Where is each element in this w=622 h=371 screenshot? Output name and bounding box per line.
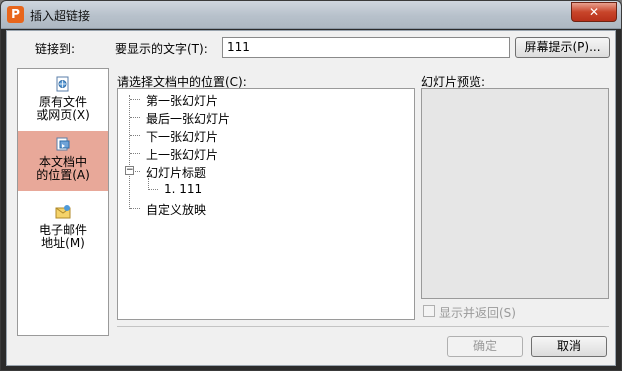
- sidebar-item-label: 地址(M): [41, 236, 85, 250]
- sidebar-item-label: 电子邮件: [38, 223, 87, 237]
- tree-connector: [130, 208, 140, 209]
- tree-item-previous-slide[interactable]: 上一张幻灯片: [146, 146, 218, 163]
- sidebar-item-label: 原有文件: [38, 95, 87, 109]
- insert-hyperlink-dialog: P 插入超链接 ✕ 链接到: 要显示的文字(T): 111 屏幕提示(P)...…: [0, 0, 622, 371]
- collapse-toggle-icon[interactable]: −: [125, 166, 134, 175]
- ok-button[interactable]: 确定: [447, 336, 523, 357]
- sidebar-item-email-address[interactable]: 电子邮件 地址(M): [18, 199, 108, 259]
- tree-item-slide-1[interactable]: 1. 111: [164, 182, 202, 196]
- tree-connector: [130, 99, 140, 100]
- sidebar-item-label: 的位置(A): [36, 168, 90, 182]
- sidebar-item-label: 本文档中: [38, 155, 87, 169]
- cancel-button[interactable]: 取消: [531, 336, 607, 357]
- link-type-sidebar: 原有文件 或网页(X) 本文档中 的位置(A) 电子邮件 地址(M): [17, 68, 109, 336]
- display-text-label: 要显示的文字(T):: [115, 42, 208, 56]
- sidebar-item-place-in-document[interactable]: 本文档中 的位置(A): [18, 131, 108, 191]
- tree-connector: [148, 189, 158, 190]
- window-title: 插入超链接: [30, 9, 91, 23]
- web-page-icon: [56, 76, 69, 92]
- tree-item-slide-titles[interactable]: 幻灯片标题: [146, 164, 206, 181]
- tree-item-last-slide[interactable]: 最后一张幻灯片: [146, 110, 230, 127]
- title-bar: P 插入超链接 ✕: [1, 1, 621, 29]
- link-to-label: 链接到:: [35, 42, 76, 56]
- email-icon: [55, 205, 71, 219]
- close-button[interactable]: ✕: [571, 2, 617, 22]
- tree-connector: [130, 117, 140, 118]
- dialog-body: 链接到: 要显示的文字(T): 111 屏幕提示(P)... 原有文件 或网页(…: [6, 30, 616, 366]
- show-and-return-label: 显示并返回(S): [439, 306, 516, 320]
- tree-item-next-slide[interactable]: 下一张幻灯片: [146, 128, 218, 145]
- document-place-icon: [56, 137, 70, 151]
- document-location-tree[interactable]: − 第一张幻灯片 最后一张幻灯片 下一张幻灯片 上一张幻灯片 幻灯片标题 1. …: [117, 88, 415, 320]
- show-and-return-checkbox[interactable]: [423, 305, 435, 317]
- tree-connector: [129, 95, 130, 209]
- tree-item-first-slide[interactable]: 第一张幻灯片: [146, 92, 218, 109]
- sidebar-item-label: 或网页(X): [36, 108, 90, 122]
- slide-preview-area: [421, 88, 609, 299]
- display-text-input[interactable]: 111: [222, 37, 510, 58]
- separator: [117, 326, 609, 327]
- sidebar-item-existing-file[interactable]: 原有文件 或网页(X): [18, 71, 108, 131]
- tree-connector: [135, 171, 140, 172]
- screen-tip-button[interactable]: 屏幕提示(P)...: [515, 37, 610, 58]
- tree-connector: [130, 135, 140, 136]
- tree-item-custom-show[interactable]: 自定义放映: [146, 201, 206, 218]
- tree-connector: [130, 153, 140, 154]
- app-logo-icon: P: [7, 6, 24, 23]
